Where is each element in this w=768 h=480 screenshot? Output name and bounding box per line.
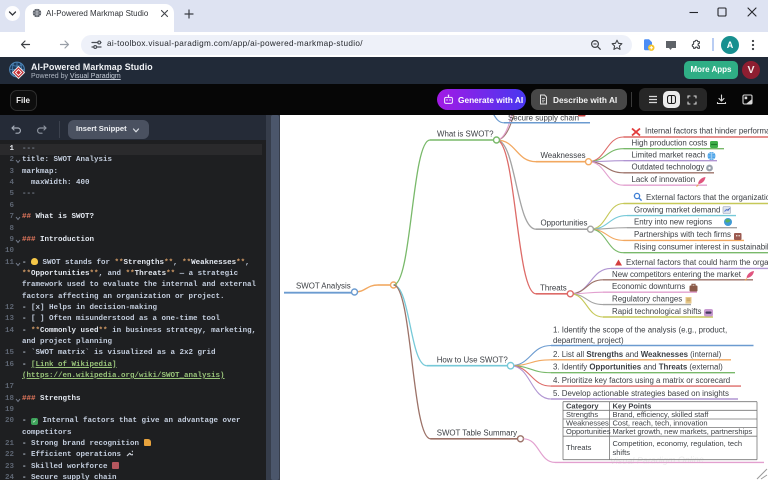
svg-text:4. Prioritize key factors usin: 4. Prioritize key factors using a matrix… [553, 376, 730, 385]
svg-text:New competitors entering the m: New competitors entering the market [612, 270, 742, 279]
svg-text:Secure supply chain: Secure supply chain [508, 115, 579, 122]
svg-text:1. Identify the scope of the a: 1. Identify the scope of the analysis (e… [553, 326, 727, 335]
svg-text:5. Develop actionable strategi: 5. Develop actionable strategies based o… [553, 389, 729, 398]
svg-text:Internal factors that hinder p: Internal factors that hinder performan [645, 127, 768, 136]
svg-text:External factors that could ha: External factors that could harm the org… [626, 258, 768, 267]
svg-text:department, project): department, project) [553, 336, 624, 345]
svg-text:Entry into new regions: Entry into new regions [634, 217, 712, 226]
svg-text:3. Identify Opportunities and: 3. Identify Opportunities and Threats (e… [553, 363, 723, 372]
svg-text:Lack of innovation: Lack of innovation [632, 175, 696, 184]
svg-text:SWOT Analysis: SWOT Analysis [296, 282, 351, 291]
svg-text:SWOT Table Summary: SWOT Table Summary [437, 428, 517, 437]
svg-text:Weaknesses: Weaknesses [541, 151, 586, 160]
svg-text:Market growth, new markets, pa: Market growth, new markets, partnerships [613, 427, 753, 436]
svg-text:Rising consumer interest in su: Rising consumer interest in sustainabili [634, 242, 768, 251]
svg-text:Threats: Threats [566, 443, 592, 452]
svg-text:How to Use SWOT?: How to Use SWOT? [437, 355, 509, 364]
svg-text:shifts: shifts [613, 448, 631, 457]
svg-text:Growing market demand: Growing market demand [634, 205, 720, 214]
svg-text:What is SWOT?: What is SWOT? [437, 130, 494, 139]
svg-text:Rapid technological shifts: Rapid technological shifts [612, 307, 702, 316]
svg-text:Opportunities: Opportunities [541, 219, 588, 228]
svg-text:Limited market reach: Limited market reach [632, 151, 706, 160]
svg-text:Opportunities: Opportunities [566, 427, 611, 436]
svg-text:Regulatory changes: Regulatory changes [612, 295, 682, 304]
svg-text:Outdated technology: Outdated technology [632, 163, 705, 172]
svg-text:Partnerships with tech firms: Partnerships with tech firms [634, 230, 731, 239]
svg-text:Competition, economy, regulati: Competition, economy, regulation, tech [613, 439, 743, 448]
svg-text:2. List all Strengths and Weak: 2. List all Strengths and Weaknesses (in… [553, 350, 722, 359]
svg-text:High production costs: High production costs [632, 139, 708, 148]
svg-text:Threats: Threats [540, 283, 567, 292]
svg-text:External factors that the orga: External factors that the organizatio [646, 193, 768, 202]
svg-text:Economic downturns: Economic downturns [612, 282, 685, 291]
